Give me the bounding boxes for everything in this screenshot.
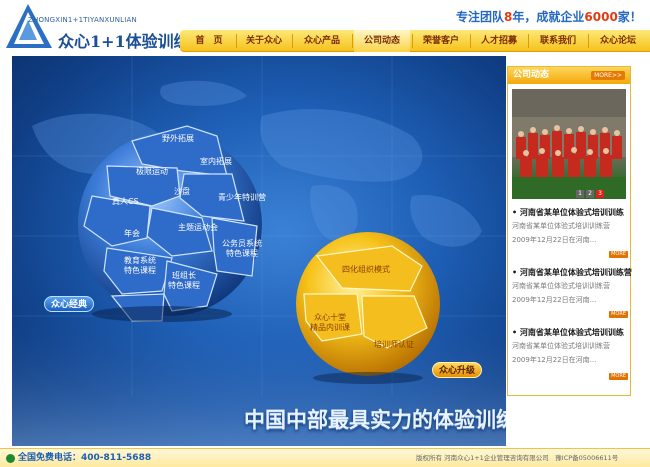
news-date: 2009年12月22日在河南... [512, 356, 597, 364]
nav-separator [352, 34, 353, 48]
news-more-button[interactable]: MORE [609, 311, 628, 318]
page: ZHONGXIN1+1TIYANXUNLIAN 众心1+1体验训练 专注团队8年… [0, 0, 650, 467]
label-team-leader[interactable]: 班组长 特色课程 [168, 271, 200, 291]
label-trainer-cert[interactable]: 培训师认证 [374, 340, 414, 350]
nav-item-jobs[interactable]: 人才招募 [472, 30, 526, 52]
label-cs[interactable]: 真人CS [112, 197, 139, 207]
nav-separator [292, 34, 293, 48]
news-item[interactable]: • 河南省某单位体验式培训训练营 河南省某单位体验式培训训练营 2009年12月… [512, 267, 632, 318]
slogan-prefix: 专注团队 [456, 10, 505, 24]
logo-pinyin: ZHONGXIN1+1TIYANXUNLIAN [28, 16, 137, 24]
team-photo[interactable]: 1 2 3 [512, 89, 626, 199]
nav-item-news[interactable]: 公司动态 [354, 30, 410, 52]
news-date: 2009年12月22日在河南... [512, 296, 597, 304]
gold-globe-shadow [313, 372, 423, 384]
nav-item-contact[interactable]: 联系我们 [530, 30, 586, 52]
nav-item-clients[interactable]: 荣誉客户 [414, 30, 468, 52]
pager-3[interactable]: 3 [596, 190, 604, 198]
logo-triangle-icon [6, 4, 52, 48]
label-education[interactable]: 教育系统 特色课程 [124, 256, 156, 276]
news-item[interactable]: • 河南省某单位体验式培训训练 河南省某单位体验式培训训练营 2009年12月2… [512, 207, 628, 258]
label-sandtable[interactable]: 沙盘 [174, 187, 190, 197]
header: ZHONGXIN1+1TIYANXUNLIAN 众心1+1体验训练 专注团队8年… [0, 0, 650, 54]
footer-phone: 全国免费电话：400-811-5688 [18, 453, 152, 463]
footer-copyright: 版权所有 河南众心1+1企业管理咨询有限公司 豫ICP备05006611号 [416, 454, 619, 462]
nav-separator [528, 34, 529, 48]
slogan-count: 6000 [584, 10, 618, 24]
news-subtitle: 河南省某单位体验式培训训练营 [512, 282, 610, 290]
label-indoor[interactable]: 室内拓展 [200, 157, 232, 167]
nav-separator [236, 34, 237, 48]
upgrade-button[interactable]: 众心升级 [432, 362, 483, 378]
phone-icon [6, 454, 15, 463]
label-outdoor[interactable]: 野外拓展 [162, 134, 194, 144]
pager-1[interactable]: 1 [576, 190, 584, 198]
slogan-mid: 年，成就企业 [512, 10, 585, 24]
nav-item-products[interactable]: 众心产品 [294, 30, 350, 52]
logo-name: 众心1+1体验训练 [58, 32, 190, 51]
label-annual[interactable]: 年会 [124, 229, 140, 239]
banner-tagline: 中国中部最具实力的体验训练机构 [244, 408, 506, 432]
sidebar-title: 公司动态 [513, 70, 550, 80]
hero-banner[interactable]: 野外拓展 室内拓展 极限运动 沙盘 真人CS 青少年特训营 主题运动会 年会 公… [12, 56, 506, 446]
logo[interactable]: ZHONGXIN1+1TIYANXUNLIAN 众心1+1体验训练 [6, 2, 190, 52]
slogan: 专注团队8年，成就企业6000家！ [456, 8, 642, 25]
sidebar-header: 公司动态 MORE>> [508, 67, 630, 84]
classic-button[interactable]: 众心经典 [44, 296, 95, 312]
news-more-button[interactable]: MORE [609, 373, 628, 380]
nav-item-about[interactable]: 关于众心 [238, 30, 290, 52]
news-title[interactable]: • 河南省某单位体验式培训训练 [512, 207, 628, 219]
label-ten-courses[interactable]: 众心十堂 精品内训课 [310, 313, 350, 333]
nav-separator [412, 34, 413, 48]
sidebar-more-button[interactable]: MORE>> [591, 71, 625, 80]
label-youth[interactable]: 青少年特训营 [218, 193, 266, 203]
news-sidebar: 公司动态 MORE>> 1 2 3 • 河南省某单位体验式培训训练 河南省某单位… [507, 66, 632, 396]
pager-2[interactable]: 2 [586, 190, 594, 198]
news-title[interactable]: • 河南省某单位体验式培训训练 [512, 327, 628, 339]
news-more-button[interactable]: MORE [609, 251, 628, 258]
news-item[interactable]: • 河南省某单位体验式培训训练 河南省某单位体验式培训训练营 2009年12月2… [512, 327, 628, 380]
nav-item-forum[interactable]: 众心论坛 [590, 30, 646, 52]
team-photo-icon [512, 89, 626, 199]
label-extreme[interactable]: 极限运动 [136, 167, 168, 177]
label-civil-service[interactable]: 公务员系统 特色课程 [222, 239, 262, 259]
news-subtitle: 河南省某单位体验式培训训练营 [512, 342, 610, 350]
slogan-suffix: 家！ [617, 10, 642, 24]
label-theme-games[interactable]: 主题运动会 [178, 223, 218, 233]
news-date: 2009年12月22日在河南... [512, 236, 597, 244]
label-four-model[interactable]: 四化组织模式 [342, 265, 390, 275]
footer: 全国免费电话：400-811-5688 版权所有 河南众心1+1企业管理咨询有限… [0, 448, 650, 467]
nav-separator [588, 34, 589, 48]
news-title[interactable]: • 河南省某单位体验式培训训练营 [512, 267, 632, 279]
main-nav: 首 页 关于众心 众心产品 公司动态 荣誉客户 人才招募 联系我们 众心论坛 [180, 30, 650, 52]
blue-globe-shadow [92, 306, 232, 322]
nav-separator [470, 34, 471, 48]
nav-item-home[interactable]: 首 页 [184, 30, 234, 52]
news-subtitle: 河南省某单位体验式培训训练营 [512, 222, 610, 230]
